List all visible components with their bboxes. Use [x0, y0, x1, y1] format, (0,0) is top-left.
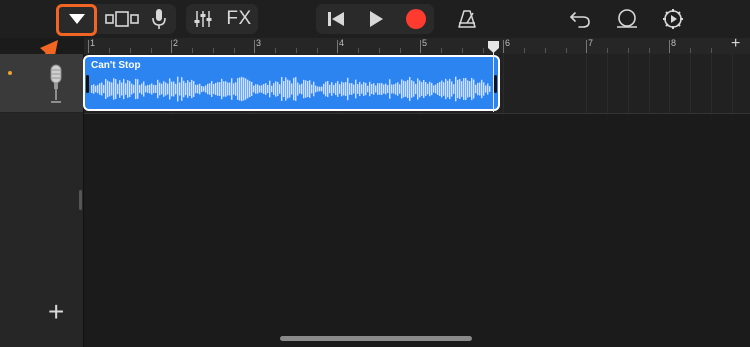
ruler-tick	[649, 48, 650, 53]
ruler-tick	[151, 48, 152, 53]
add-track-button[interactable]: +	[48, 298, 64, 326]
sliders-icon	[194, 11, 212, 27]
skip-back-icon	[328, 12, 344, 26]
mixer-button[interactable]	[189, 6, 217, 32]
ruler-tick	[234, 48, 235, 53]
record-button[interactable]	[400, 6, 432, 32]
audio-region[interactable]: Can't Stop	[85, 57, 498, 109]
ruler-tick	[130, 48, 131, 53]
region-name: Can't Stop	[91, 60, 141, 71]
undo-button[interactable]	[565, 6, 595, 32]
ruler-tick	[275, 48, 276, 53]
add-section-button[interactable]: +	[731, 35, 740, 53]
ruler-tick	[213, 48, 214, 53]
ruler-tick	[337, 40, 338, 53]
ruler-tick	[420, 40, 421, 53]
ruler-tick	[296, 48, 297, 53]
ruler-tick	[483, 48, 484, 53]
bar-number: 1	[90, 38, 96, 48]
play-icon	[370, 11, 383, 27]
ruler-tick	[192, 48, 193, 53]
ruler-tick	[607, 48, 608, 53]
ruler-tick	[441, 48, 442, 53]
ruler-tick	[109, 48, 110, 53]
timeline-ruler[interactable]: 1 2 3 4 5 6 7 8 +	[84, 35, 750, 55]
tracks-view-button[interactable]	[104, 6, 140, 32]
ruler-tick	[88, 40, 89, 53]
track-header-column: +	[0, 54, 84, 347]
bar-number: 2	[173, 38, 179, 48]
column-resize-handle[interactable]	[79, 190, 82, 210]
highlight-box	[56, 4, 97, 36]
track-header[interactable]	[0, 54, 83, 113]
ruler-tick	[690, 48, 691, 53]
bar-number: 5	[422, 38, 428, 48]
ruler-tick	[711, 48, 712, 53]
undo-icon	[570, 12, 590, 28]
bar-number: 8	[671, 38, 677, 48]
gear-icon	[663, 9, 683, 29]
effects-label: FX	[226, 8, 252, 29]
region-left-handle[interactable]	[86, 75, 89, 93]
ruler-tick	[628, 48, 629, 53]
home-indicator	[280, 336, 472, 341]
record-icon	[406, 9, 426, 29]
track-activity-dot	[8, 71, 12, 75]
smart-controls-button[interactable]	[145, 6, 173, 32]
ruler-tick	[379, 48, 380, 53]
ruler-tick	[358, 48, 359, 53]
settings-button[interactable]	[658, 6, 688, 32]
ruler-tick	[171, 40, 172, 53]
ruler-tick	[524, 48, 525, 53]
ruler-tick	[317, 48, 318, 53]
ruler-tick	[669, 40, 670, 53]
loop-icon	[617, 9, 637, 28]
region-right-handle[interactable]	[494, 75, 497, 93]
microphone-icon	[152, 9, 166, 29]
loop-browser-button[interactable]	[612, 6, 642, 32]
bar-number: 3	[256, 38, 262, 48]
waveform	[91, 76, 491, 102]
ruler-tick	[254, 40, 255, 53]
ruler-tick	[566, 48, 567, 53]
go-to-beginning-button[interactable]	[320, 6, 352, 32]
toolbar: FX	[0, 0, 750, 38]
effects-button[interactable]: FX	[223, 6, 255, 32]
bar-number: 7	[588, 38, 594, 48]
microphone-icon	[50, 64, 62, 103]
ruler-tick	[400, 48, 401, 53]
tracks-view-icon	[105, 11, 139, 27]
bar-number: 4	[339, 38, 345, 48]
play-button[interactable]	[360, 6, 392, 32]
metronome-icon	[458, 10, 476, 28]
ruler-tick	[586, 40, 587, 53]
ruler-tick	[545, 48, 546, 53]
ruler-tick	[503, 40, 504, 53]
ruler-tick	[462, 48, 463, 53]
metronome-button[interactable]	[452, 6, 482, 32]
bar-number: 6	[505, 38, 511, 48]
playhead-line	[493, 52, 494, 112]
